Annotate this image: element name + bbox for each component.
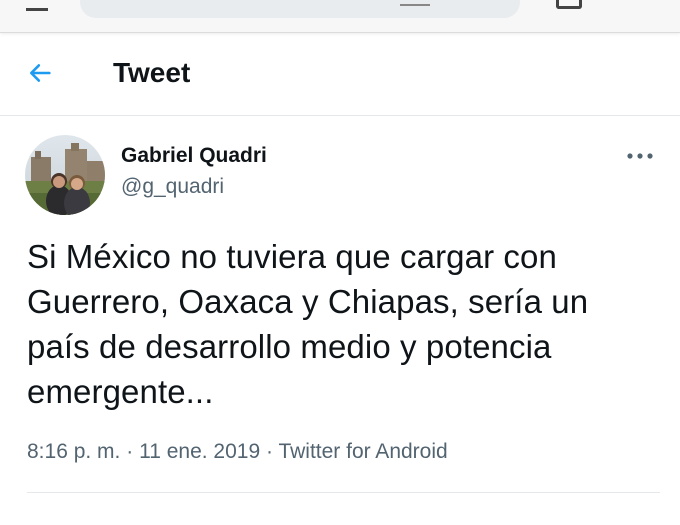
tweet-time[interactable]: 8:16 p. m. xyxy=(27,440,120,463)
author-handle[interactable]: @g_quadri xyxy=(121,174,224,200)
address-bar[interactable] xyxy=(80,0,520,18)
tweet-text: Si México no tuviera que cargar con Guer… xyxy=(27,238,589,410)
back-button[interactable] xyxy=(22,55,58,91)
divider xyxy=(27,492,660,493)
page-title: Tweet xyxy=(113,57,191,88)
avatar-photo xyxy=(25,135,105,215)
arrow-left-icon xyxy=(29,64,51,82)
tweet-metadata: 8:16 p. m. · 11 ene. 2019 · Twitter for … xyxy=(27,439,448,465)
tweet-source[interactable]: Twitter for Android xyxy=(278,440,447,463)
url-text-fragment xyxy=(400,0,430,6)
tweet-date[interactable]: 11 ene. 2019 xyxy=(139,440,260,463)
meta-separator: · xyxy=(126,440,134,463)
tweet-card: Gabriel Quadri @g_quadri Si México no tu… xyxy=(0,116,680,525)
browser-toolbar xyxy=(0,0,680,33)
tweet-header: Tweet xyxy=(0,33,680,116)
meta-separator: · xyxy=(265,440,273,463)
avatar[interactable] xyxy=(25,135,105,215)
browser-menu-icon[interactable] xyxy=(26,0,48,11)
browser-tabs-icon[interactable] xyxy=(556,0,582,9)
more-horizontal-icon xyxy=(627,153,653,159)
more-options-button[interactable] xyxy=(620,146,660,166)
author-display-name[interactable]: Gabriel Quadri xyxy=(121,143,267,169)
